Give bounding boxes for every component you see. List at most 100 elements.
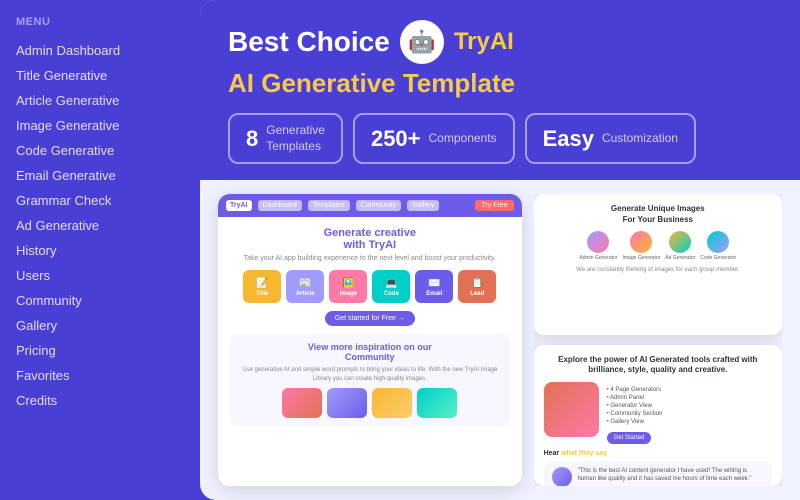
preview-card-image[interactable]: 🖼️ Image <box>329 270 367 303</box>
preview-left-body: Generate creativewith TryAI Take your AI… <box>218 217 522 486</box>
feature-item: Admin Panel <box>607 394 772 402</box>
preview-right-middle-panel: Explore the power of AI Generated tools … <box>534 345 782 486</box>
stats-row: 8 GenerativeTemplates 250+ Components Easy Cu… <box>228 113 772 164</box>
sidebar: MENU Admin DashboardTitle GenerativeArti… <box>0 0 200 500</box>
avatar-circle-2 <box>669 231 691 253</box>
sidebar-item-gallery[interactable]: Gallery <box>16 313 200 338</box>
preview-nav-community[interactable]: Community <box>356 200 401 211</box>
avatar-name-2: Ad Generator <box>665 255 695 261</box>
preview-card-label-4: Email <box>426 291 442 297</box>
preview-img-3 <box>372 388 412 418</box>
avatar-circle-1 <box>630 231 652 253</box>
preview-img-2 <box>327 388 367 418</box>
main-content: Best Choice 🤖 TryAI AI Generative Templa… <box>200 0 800 500</box>
preview-card-label-3: Code <box>384 291 399 297</box>
sidebar-item-grammar-check[interactable]: Grammar Check <box>16 188 200 213</box>
sidebar-item-users[interactable]: Users <box>16 263 200 288</box>
avatar-name-1: Image Generator <box>622 255 660 261</box>
avatars-row: Admin Generator Image Generator Ad Gener… <box>544 231 772 261</box>
hero-title-line2: AI Generative Template <box>228 68 772 99</box>
hero-title-line1: Best Choice <box>228 26 390 58</box>
preview-card-icon-2: 🖼️ <box>342 278 354 289</box>
stat-number-0: 8 <box>246 126 258 152</box>
stat-label-2: Customization <box>602 131 678 147</box>
sidebar-item-history[interactable]: History <box>16 238 200 263</box>
robot-icon: 🤖 <box>400 20 444 64</box>
right-cta-btn[interactable]: Get Started <box>607 432 652 444</box>
preview-card-label-5: Lead <box>470 291 484 297</box>
review-label: Hear what they say <box>544 450 772 457</box>
preview-nav-templates[interactable]: Templates <box>308 200 350 211</box>
review-section: Hear what they say "This is the best AI … <box>544 450 772 486</box>
preview-left-panel: TryAI Dashboard Templates Community Gall… <box>218 194 522 486</box>
preview-card-article[interactable]: 📰 Article <box>286 270 324 303</box>
preview-get-started-btn[interactable]: Get started for Free → <box>325 311 415 326</box>
sidebar-item-pricing[interactable]: Pricing <box>16 338 200 363</box>
sidebar-item-code-generative[interactable]: Code Generative <box>16 138 200 163</box>
right-top-title: Generate Unique ImagesFor Your Business <box>544 204 772 225</box>
preview-nav-dashboard[interactable]: Dashboard <box>258 200 302 211</box>
feature-list: 4 Page Generators Admin Panel Generator … <box>607 386 772 426</box>
feature-item: Gallery View <box>607 418 772 426</box>
hero-brand: TryAI <box>454 28 514 56</box>
right-text-block: 4 Page Generators Admin Panel Generator … <box>607 382 772 444</box>
avatar-circle-0 <box>587 231 609 253</box>
preview-cta-btn[interactable]: Try Free <box>475 200 513 211</box>
stat-card-0: 8 GenerativeTemplates <box>228 113 343 164</box>
avatar-circle-3 <box>707 231 729 253</box>
preview-bottom-text: Use generative AI and simple word prompt… <box>238 366 502 383</box>
preview-card-label-1: Article <box>296 291 315 297</box>
right-middle-title: Explore the power of AI Generated tools … <box>544 355 772 376</box>
sidebar-item-credits[interactable]: Credits <box>16 388 200 413</box>
preview-logo: TryAI <box>226 200 252 211</box>
right-top-desc: We are constantly thinking of images for… <box>544 266 772 274</box>
avatar-item-3: Code Generator <box>700 231 736 261</box>
preview-bottom-title: View more inspiration on ourCommunity <box>238 342 502 362</box>
avatar-name-0: Admin Generator <box>579 255 617 261</box>
sidebar-item-article-generative[interactable]: Article Generative <box>16 88 200 113</box>
preview-card-icon-3: 💻 <box>385 278 397 289</box>
stat-label-0: GenerativeTemplates <box>266 123 325 154</box>
preview-card-label-2: Image <box>340 291 357 297</box>
preview-hero-sub: Take your AI app building experience to … <box>230 255 510 262</box>
preview-bottom-section: View more inspiration on ourCommunity Us… <box>230 334 510 426</box>
hero-section: Best Choice 🤖 TryAI AI Generative Templa… <box>200 0 800 180</box>
sidebar-item-favorites[interactable]: Favorites <box>16 363 200 388</box>
preview-card-email[interactable]: ✉️ Email <box>415 270 453 303</box>
right-content-row: 4 Page Generators Admin Panel Generator … <box>544 382 772 444</box>
preview-left-header: TryAI Dashboard Templates Community Gall… <box>218 194 522 217</box>
avatar-name-3: Code Generator <box>700 255 736 261</box>
preview-img-4 <box>417 388 457 418</box>
preview-card-lead[interactable]: 📋Lead <box>458 270 496 303</box>
feature-item: 4 Page Generators <box>607 386 772 394</box>
right-img <box>544 382 599 437</box>
sidebar-item-community[interactable]: Community <box>16 288 200 313</box>
content-area: TryAI Dashboard Templates Community Gall… <box>200 180 800 500</box>
sidebar-item-email-generative[interactable]: Email Generative <box>16 163 200 188</box>
stat-label-1: Components <box>429 131 497 147</box>
preview-right-column: Generate Unique ImagesFor Your Business … <box>534 194 782 486</box>
preview-card-title[interactable]: 📝Title <box>243 270 281 303</box>
preview-img-1 <box>282 388 322 418</box>
testimonial-avatar <box>552 467 572 486</box>
stat-number-2: Easy <box>543 126 594 152</box>
sidebar-item-ad-generative[interactable]: Ad Generative <box>16 213 200 238</box>
avatar-item-0: Admin Generator <box>579 231 617 261</box>
feature-item: Generator View <box>607 402 772 410</box>
stat-number-1: 250+ <box>371 126 421 152</box>
feature-item: Community Section <box>607 410 772 418</box>
sidebar-item-image-generative[interactable]: Image Generative <box>16 113 200 138</box>
testimonial-card: "This is the best AI content generator I… <box>544 461 772 486</box>
preview-card-code[interactable]: 💻 Code <box>372 270 410 303</box>
sidebar-item-title-generative[interactable]: Title Generative <box>16 63 200 88</box>
preview-card-icon-0: 📝 <box>256 278 268 289</box>
preview-nav-gallery[interactable]: Gallery <box>407 200 439 211</box>
preview-cards-row: 📝Title 📰 Article 🖼️ Image 💻 Code ✉️ Email 📋Lead <box>230 270 510 303</box>
preview-card-icon-1: 📰 <box>299 278 311 289</box>
preview-bottom-images <box>238 388 502 418</box>
avatar-item-1: Image Generator <box>622 231 660 261</box>
preview-card-icon-4: ✉️ <box>428 278 440 289</box>
stat-card-2: Easy Customization <box>525 113 696 164</box>
sidebar-item-admin-dashboard[interactable]: Admin Dashboard <box>16 38 200 63</box>
preview-right-top-panel: Generate Unique ImagesFor Your Business … <box>534 194 782 335</box>
